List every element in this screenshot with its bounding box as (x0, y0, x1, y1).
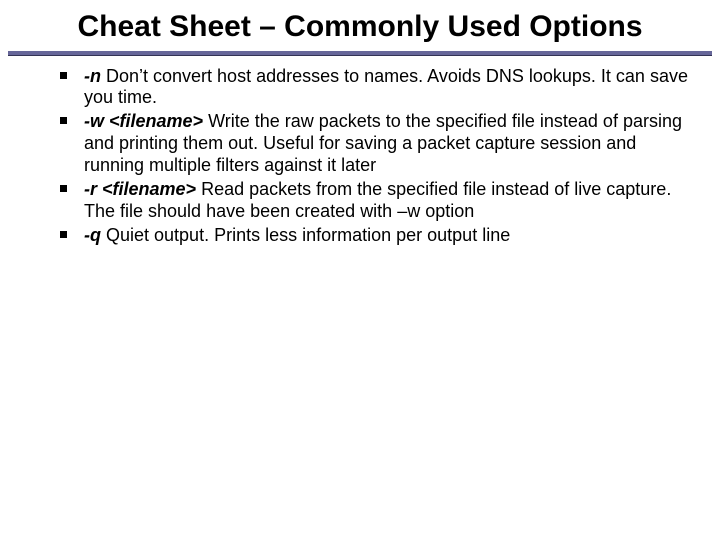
list-item: -r <filename> Read packets from the spec… (60, 179, 690, 223)
page-title: Cheat Sheet – Commonly Used Options (0, 0, 720, 51)
option-flag: -q (84, 225, 101, 245)
option-desc: Quiet output. Prints less information pe… (101, 225, 510, 245)
slide: Cheat Sheet – Commonly Used Options -n D… (0, 0, 720, 540)
square-bullet-icon (60, 185, 67, 192)
option-flag: -w <filename> (84, 111, 203, 131)
square-bullet-icon (60, 231, 67, 238)
option-desc: Don’t convert host addresses to names. A… (84, 66, 688, 108)
square-bullet-icon (60, 117, 67, 124)
option-flag: -n (84, 66, 101, 86)
option-flag: -r <filename> (84, 179, 196, 199)
square-bullet-icon (60, 72, 67, 79)
content-area: -n Don’t convert host addresses to names… (0, 56, 720, 248)
list-item: -n Don’t convert host addresses to names… (60, 66, 690, 110)
list-item: -q Quiet output. Prints less information… (60, 225, 690, 247)
list-item: -w <filename> Write the raw packets to t… (60, 111, 690, 177)
